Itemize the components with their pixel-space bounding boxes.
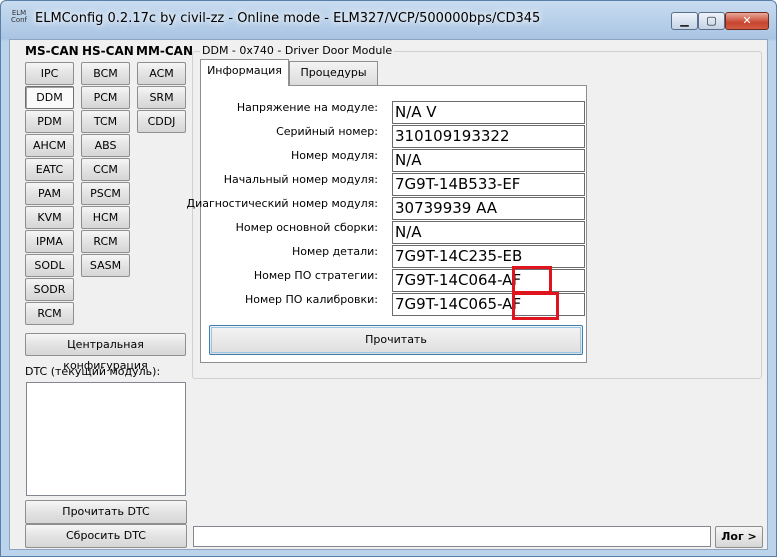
module-button-srm[interactable]: SRM [137,86,186,109]
module-button-ddm[interactable]: DDM [25,86,74,109]
dtc-list[interactable] [26,382,186,496]
field-label-calibration-sw: Номер ПО калибровки: [244,293,378,306]
field-label-module-number: Номер модуля: [290,149,378,162]
window-title: ELMConfig 0.2.17c by civil-zz - Online m… [35,11,541,26]
field-label-main-assembly: Номер основной сборки: [235,221,378,234]
module-button-sodl[interactable]: SODL [25,254,74,277]
field-value-main-assembly[interactable]: N/A [392,221,585,244]
tab-info[interactable]: Информация [200,59,289,86]
module-button-pcm[interactable]: PCM [81,86,130,109]
highlight-box-calibration [512,292,559,320]
module-button-hcm[interactable]: HCM [81,206,130,229]
field-label-voltage: Напряжение на модуле: [236,101,378,114]
field-value-strategy-sw[interactable]: 7G9T-14C064-AF [392,269,585,292]
title-bar[interactable]: ELM Conf ELMConfig 0.2.17c by civil-zz -… [1,1,776,39]
module-button-eatc[interactable]: EATC [25,158,74,181]
app-icon: ELM Conf [9,10,29,30]
module-button-ahcm[interactable]: AHCM [25,134,74,157]
field-value-initial-module-number[interactable]: 7G9T-14B533-EF [392,173,585,196]
read-dtc-button[interactable]: Прочитать DTC [25,500,187,524]
tab-procedures[interactable]: Процедуры [289,61,378,85]
module-group-title: DDM - 0x740 - Driver Door Module [200,44,395,57]
module-button-cddj[interactable]: CDDJ [137,110,186,133]
module-button-abs[interactable]: ABS [81,134,130,157]
app-window: ELM Conf ELMConfig 0.2.17c by civil-zz -… [0,0,777,557]
maximize-icon: ▢ [706,14,717,27]
maximize-button[interactable]: ▢ [698,12,725,30]
field-value-serial[interactable]: 310109193322 [392,125,585,148]
info-tab-panel: Напряжение на модуле: N/A V Серийный ном… [186,85,587,363]
module-button-rcm-hs[interactable]: RCM [81,230,130,253]
minimize-icon: ▁ [680,14,689,27]
module-button-sasm[interactable]: SASM [81,254,130,277]
mm-can-header: MM-CAN [136,44,193,58]
field-label-serial: Серийный номер: [276,125,378,138]
log-input[interactable] [193,526,711,547]
close-icon: ✕ [742,14,752,27]
close-button[interactable]: ✕ [725,12,769,30]
central-config-button[interactable]: Центральная конфигурация [25,333,186,372]
reset-dtc-button[interactable]: Сбросить DTC [25,524,187,548]
module-button-ccm[interactable]: CCM [81,158,130,181]
highlight-box-strategy [512,266,552,294]
client-area: MS-CAN HS-CAN MM-CAN IPC DDM PDM AHCM EA… [9,39,768,550]
field-label-strategy-sw: Номер ПО стратегии: [253,269,378,282]
app-icon-text-bottom: Conf [10,16,28,24]
ms-can-header: MS-CAN [25,44,79,58]
module-button-bcm[interactable]: BCM [81,62,130,85]
minimize-button[interactable]: ▁ [671,12,698,30]
read-button[interactable]: Прочитать [209,325,583,355]
dtc-label: DTC (текущий модуль): [25,365,161,378]
module-button-rcm-ms[interactable]: RCM [25,302,74,325]
field-value-part-number[interactable]: 7G9T-14C235-EB [392,245,585,268]
field-value-diagnostic-number[interactable]: 30739939 AA [392,197,585,220]
module-button-pdm[interactable]: PDM [25,110,74,133]
field-value-module-number[interactable]: N/A [392,149,585,172]
module-button-pam[interactable]: PAM [25,182,74,205]
module-button-sodr[interactable]: SODR [25,278,74,301]
field-label-initial-module-number: Начальный номер модуля: [223,173,378,186]
hs-can-header: HS-CAN [82,44,134,58]
field-label-diagnostic-number: Диагностический номер модуля: [186,197,378,210]
module-button-tcm[interactable]: TCM [81,110,130,133]
module-button-ipma[interactable]: IPMA [25,230,74,253]
module-button-acm[interactable]: ACM [137,62,186,85]
field-label-part-number: Номер детали: [292,245,378,258]
module-button-ipc[interactable]: IPC [25,62,74,85]
field-value-voltage[interactable]: N/A V [392,101,585,124]
log-button[interactable]: Лог > [715,526,763,548]
module-button-kvm[interactable]: KVM [25,206,74,229]
module-button-pscm[interactable]: PSCM [81,182,130,205]
